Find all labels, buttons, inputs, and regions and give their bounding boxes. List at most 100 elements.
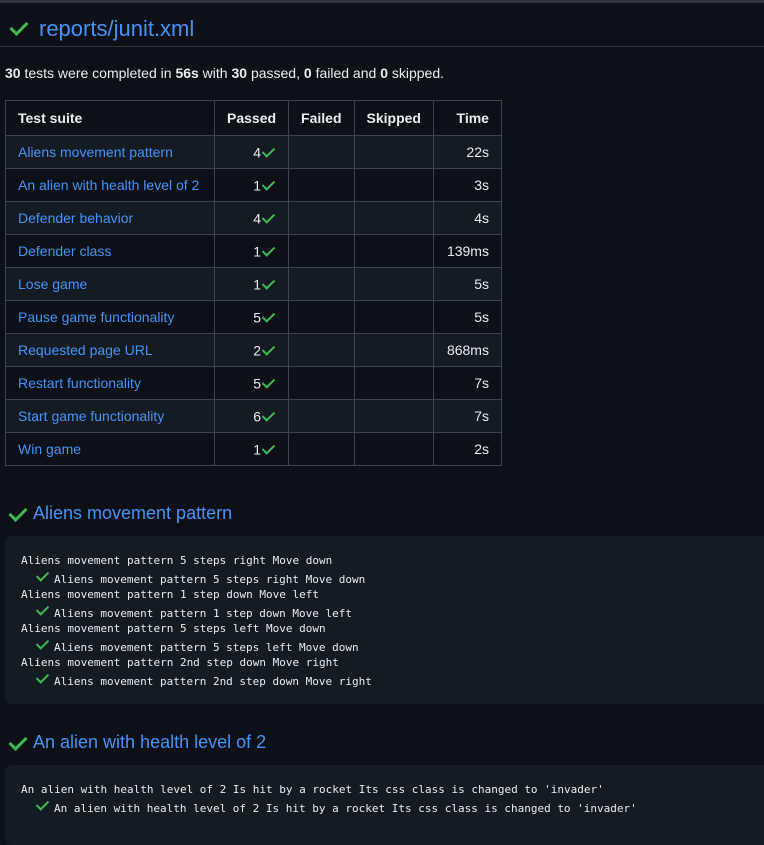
header-test-suite: Test suite [5,100,215,136]
header-time: Time [432,100,502,136]
table-row: Lose game 1 5s [5,267,502,301]
summary-failed: 0 [303,65,312,81]
check-icon [261,276,276,291]
suite-link[interactable]: Start game functionality [5,399,215,433]
suite-link[interactable]: Requested page URL [5,333,215,367]
passed-count: 1 [253,177,262,194]
suite-link[interactable]: Win game [5,432,215,466]
test-output-block: An alien with health level of 2 Is hit b… [5,765,764,845]
suite-link[interactable]: Restart functionality [5,366,215,400]
check-icon [261,210,276,225]
suite-link[interactable]: Defender class [5,234,215,268]
section-header: An alien with health level of 2 [0,729,764,759]
table-header-row: Test suite Passed Failed Skipped Time [5,100,502,136]
skipped-cell [353,333,434,367]
passed-count: 2 [253,342,262,359]
passed-cell: 5 [213,366,290,400]
passed-cell: 2 [213,333,290,367]
test-group-line: Aliens movement pattern 1 step down Move… [21,588,320,601]
summary-text: 30 tests were completed in 56s with 30 p… [5,65,444,81]
table-row: Requested page URL 2 868ms [5,333,502,367]
suite-link[interactable]: Defender behavior [5,201,215,235]
passed-count: 4 [253,210,262,227]
time-cell: 2s [432,432,502,466]
section-title[interactable]: Aliens movement pattern [33,503,232,524]
failed-cell [288,366,355,400]
skipped-cell [353,201,434,235]
passed-cell: 1 [213,432,290,466]
test-case-line: Aliens movement pattern 5 steps left Mov… [21,636,764,654]
passed-cell: 4 [213,201,290,235]
passed-count: 6 [253,408,262,425]
check-icon [261,309,276,324]
section-title[interactable]: An alien with health level of 2 [33,732,266,753]
time-cell: 4s [432,201,502,235]
suite-link[interactable]: An alien with health level of 2 [5,168,215,202]
report-title[interactable]: reports/junit.xml [39,16,194,42]
test-case-text: An alien with health level of 2 Is hit b… [54,802,637,815]
time-cell: 5s [432,300,502,334]
test-case-line: Aliens movement pattern 2nd step down Mo… [21,670,764,688]
check-icon [261,144,276,159]
passed-cell: 4 [213,135,290,169]
summary-passed: 30 [231,65,248,81]
top-divider [0,0,764,3]
table-row: Start game functionality 6 7s [5,399,502,433]
passed-count: 1 [253,441,262,458]
skipped-cell [353,135,434,169]
failed-cell [288,168,355,202]
summary-total: 30 [5,65,21,81]
failed-cell [288,300,355,334]
results-table: Test suite Passed Failed Skipped Time Al… [5,100,502,466]
test-case-text: Aliens movement pattern 5 steps right Mo… [54,573,366,586]
table-row: Restart functionality 5 7s [5,366,502,400]
header-skipped: Skipped [353,100,434,136]
suite-link[interactable]: Aliens movement pattern [5,135,215,169]
suite-link[interactable]: Lose game [5,267,215,301]
skipped-cell [353,234,434,268]
passed-count: 5 [253,309,262,326]
check-icon [261,243,276,258]
passed-count: 1 [253,243,262,260]
check-icon [261,375,276,390]
passed-cell: 1 [213,168,290,202]
summary-fragment: failed and [311,65,381,81]
test-case-line: An alien with health level of 2 Is hit b… [21,797,764,815]
skipped-cell [353,300,434,334]
header-failed: Failed [288,100,355,136]
table-row: Win game 1 2s [5,432,502,466]
test-group-line: Aliens movement pattern 2nd step down Mo… [21,656,339,669]
suite-link[interactable]: Pause game functionality [5,300,215,334]
failed-cell [288,333,355,367]
passed-cell: 1 [213,267,290,301]
test-output-block: Aliens movement pattern 5 steps right Mo… [5,536,764,704]
time-cell: 868ms [432,333,502,367]
test-case-line: Aliens movement pattern 1 step down Move… [21,602,764,620]
header-passed: Passed [213,100,290,136]
time-cell: 7s [432,399,502,433]
failed-cell [288,201,355,235]
time-cell: 139ms [432,234,502,268]
time-cell: 22s [432,135,502,169]
table-row: Defender behavior 4 4s [5,201,502,235]
failed-cell [288,432,355,466]
failed-cell [288,267,355,301]
summary-duration: 56s [175,65,199,81]
table-row: An alien with health level of 2 1 3s [5,168,502,202]
skipped-cell [353,432,434,466]
passed-count: 5 [253,375,262,392]
failed-cell [288,234,355,268]
test-case-text: Aliens movement pattern 1 step down Move… [54,607,353,620]
failed-cell [288,399,355,433]
passed-cell: 1 [213,234,290,268]
check-icon [35,670,50,684]
passed-count: 4 [253,144,262,161]
summary-fragment: tests were completed in [20,65,176,81]
summary-fragment: with [198,65,232,81]
passed-cell: 5 [213,300,290,334]
skipped-cell [353,399,434,433]
results-body: Aliens movement pattern 4 22s An alien with… [5,135,502,466]
summary-fragment: skipped. [387,65,445,81]
time-cell: 5s [432,267,502,301]
summary-skipped: 0 [380,65,388,81]
